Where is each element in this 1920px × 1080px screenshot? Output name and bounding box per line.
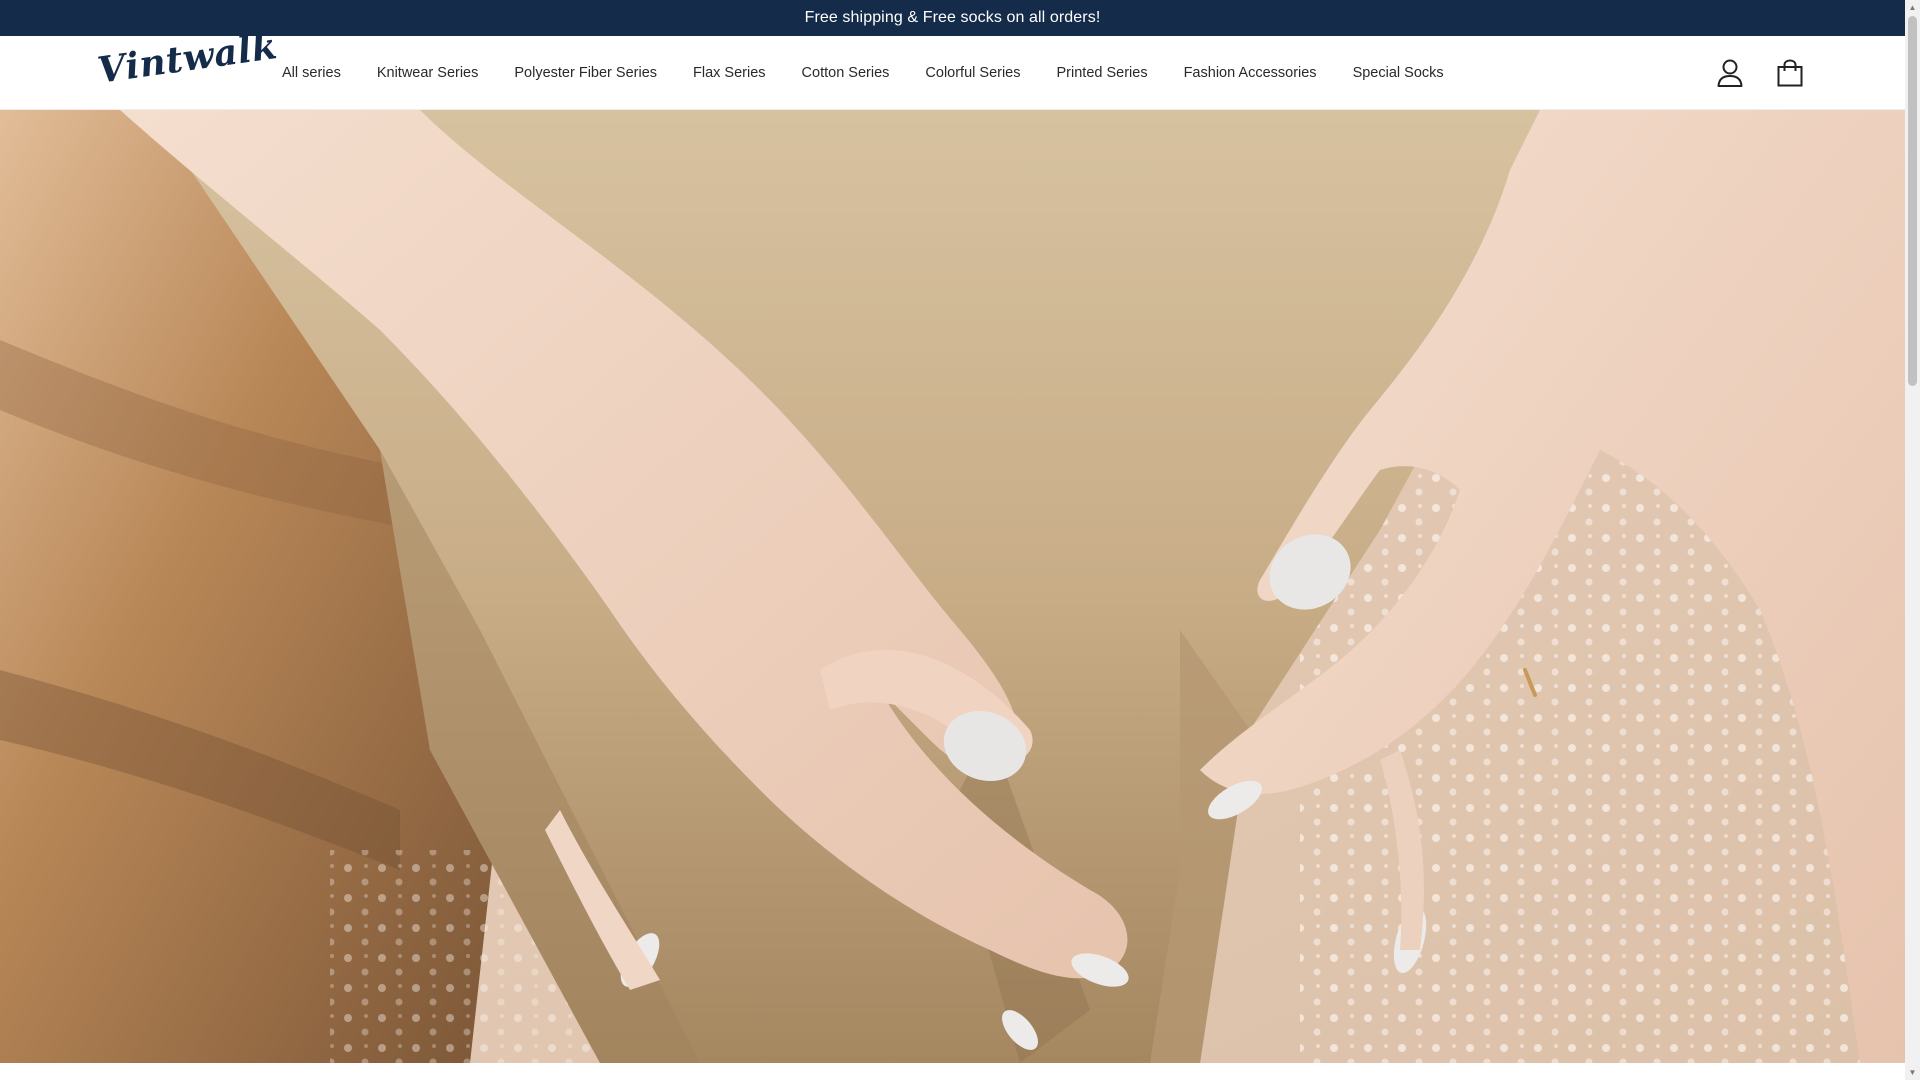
announcement-bar: Free shipping & Free socks on all orders…: [0, 0, 1905, 36]
nav-item-cotton-series[interactable]: Cotton Series: [802, 65, 890, 81]
account-button[interactable]: [1715, 58, 1745, 88]
announcement-text: Free shipping & Free socks on all orders…: [804, 9, 1101, 26]
scroll-up-arrow-icon[interactable]: ▲: [1905, 0, 1920, 15]
nav-item-knitwear-series[interactable]: Knitwear Series: [377, 65, 479, 81]
hero-image: [0, 110, 1905, 1063]
shopping-bag-icon: [1777, 59, 1803, 87]
main-nav: All series Knitwear Series Polyester Fib…: [282, 36, 1480, 110]
cart-button[interactable]: [1775, 58, 1805, 88]
hero-banner: [0, 110, 1905, 1063]
nav-item-special-socks[interactable]: Special Socks: [1353, 65, 1444, 81]
site-header: Vintwalk All series Knitwear Series Poly…: [0, 25, 1905, 110]
page: Free shipping & Free socks on all orders…: [0, 0, 1920, 1080]
nav-item-polyester-fiber-series[interactable]: Polyester Fiber Series: [514, 65, 657, 81]
user-icon: [1717, 59, 1743, 87]
nav-item-colorful-series[interactable]: Colorful Series: [925, 65, 1020, 81]
scrollbar-thumb[interactable]: [1908, 16, 1917, 386]
header-actions: [1715, 36, 1805, 110]
vertical-scrollbar[interactable]: ▲ ▼: [1905, 0, 1920, 1080]
nav-item-all-series[interactable]: All series: [282, 65, 341, 81]
nav-item-fashion-accessories[interactable]: Fashion Accessories: [1184, 65, 1317, 81]
nav-item-printed-series[interactable]: Printed Series: [1057, 65, 1148, 81]
nav-item-flax-series[interactable]: Flax Series: [693, 65, 766, 81]
scroll-down-arrow-icon[interactable]: ▼: [1905, 1065, 1920, 1080]
brand-logo[interactable]: Vintwalk: [95, 25, 280, 92]
page-bottom-strip: [0, 1063, 1905, 1080]
